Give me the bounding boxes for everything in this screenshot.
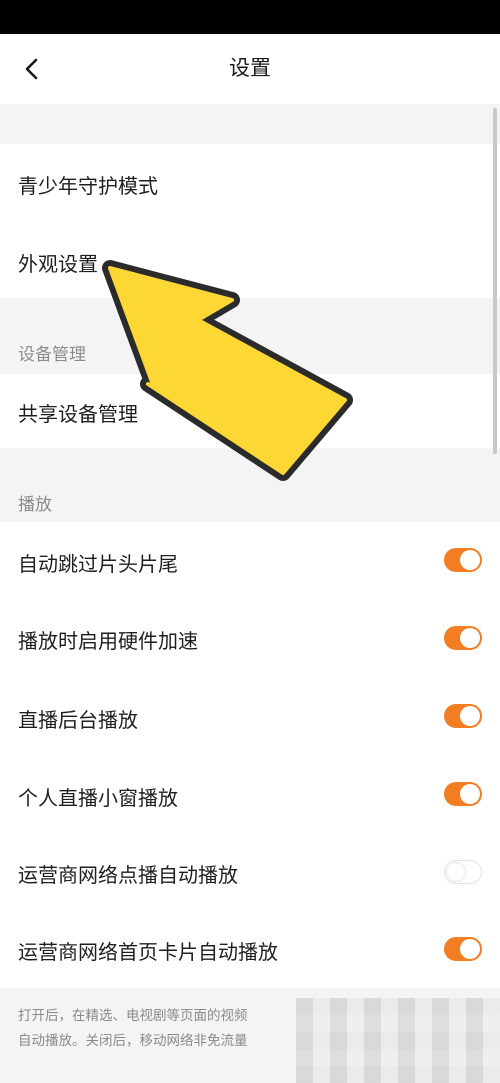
toggle-knob — [460, 628, 480, 648]
watermark-mosaic — [296, 998, 500, 1083]
section-gap — [0, 104, 500, 144]
device-section-header-bar: 设备管理 — [0, 298, 500, 374]
appearance-settings-label: 外观设置 — [18, 252, 98, 276]
hardware-acceleration-toggle[interactable] — [444, 626, 482, 650]
navigation-bar: 设置 — [0, 34, 500, 104]
shared-device-management-label: 共享设备管理 — [18, 402, 138, 426]
teen-protection-mode-item[interactable]: 青少年守护模式 — [0, 144, 500, 222]
teen-protection-mode-label: 青少年守护模式 — [18, 174, 158, 198]
carrier-network-vod-autoplay-toggle[interactable] — [444, 860, 482, 884]
status-bar — [0, 0, 500, 34]
playback-section-header-bar: 播放 — [0, 448, 500, 522]
footer-line-1: 打开后，在精选、电视剧等页面的视频 — [18, 1008, 248, 1024]
shared-device-management-item[interactable]: 共享设备管理 — [0, 374, 500, 448]
hardware-acceleration-label: 播放时启用硬件加速 — [18, 629, 198, 653]
carrier-network-home-card-autoplay-label: 运营商网络首页卡片自动播放 — [18, 940, 278, 964]
toggle-knob — [446, 862, 466, 882]
device-section-header: 设备管理 — [18, 345, 86, 365]
carrier-network-home-card-autoplay-item: 运营商网络首页卡片自动播放 — [0, 910, 500, 988]
live-background-play-item: 直播后台播放 — [0, 677, 500, 755]
carrier-network-vod-autoplay-item: 运营商网络点播自动播放 — [0, 833, 500, 910]
toggle-knob — [460, 550, 480, 570]
skip-intro-outro-label: 自动跳过片头片尾 — [18, 552, 178, 576]
playback-section-header: 播放 — [18, 495, 52, 515]
page-title: 设置 — [229, 56, 271, 80]
personal-live-mini-window-toggle[interactable] — [444, 782, 482, 806]
toggle-knob — [460, 784, 480, 804]
footer-description-text: 打开后，在精选、电视剧等页面的视频 自动播放。关闭后，移动网络非免流量 — [18, 1004, 290, 1054]
live-background-play-label: 直播后台播放 — [18, 708, 138, 732]
scrollbar[interactable] — [493, 108, 497, 454]
appearance-settings-item[interactable]: 外观设置 — [0, 222, 500, 298]
personal-live-mini-window-item: 个人直播小窗播放 — [0, 755, 500, 833]
carrier-network-vod-autoplay-label: 运营商网络点播自动播放 — [18, 863, 238, 887]
live-background-play-toggle[interactable] — [444, 704, 482, 728]
hardware-acceleration-item: 播放时启用硬件加速 — [0, 599, 500, 677]
footer-line-2: 自动播放。关闭后，移动网络非免流量 — [18, 1033, 248, 1049]
toggle-knob — [460, 706, 480, 726]
personal-live-mini-window-label: 个人直播小窗播放 — [18, 786, 178, 810]
skip-intro-outro-toggle[interactable] — [444, 548, 482, 572]
carrier-network-home-card-autoplay-toggle[interactable] — [444, 937, 482, 961]
skip-intro-outro-item: 自动跳过片头片尾 — [0, 522, 500, 599]
toggle-knob — [460, 939, 480, 959]
